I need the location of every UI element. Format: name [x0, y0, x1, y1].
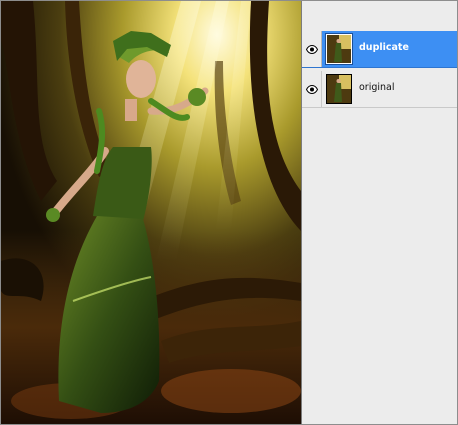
- eye-icon: [305, 44, 318, 54]
- eye-icon: [305, 84, 318, 94]
- layer-row-duplicate[interactable]: duplicate: [302, 31, 457, 68]
- layer-thumbnail: [326, 74, 352, 104]
- layer-row-original[interactable]: original: [302, 71, 457, 108]
- visibility-toggle[interactable]: [302, 31, 322, 67]
- layer-name: duplicate: [359, 42, 409, 53]
- visibility-toggle[interactable]: [302, 71, 322, 107]
- forest-fairy-image: [1, 1, 301, 424]
- image-canvas[interactable]: [1, 1, 302, 424]
- layer-name: original: [359, 82, 395, 93]
- layer-thumbnail: [325, 33, 353, 65]
- editor-window: duplicate original: [0, 0, 458, 425]
- layers-panel: duplicate original: [302, 1, 457, 424]
